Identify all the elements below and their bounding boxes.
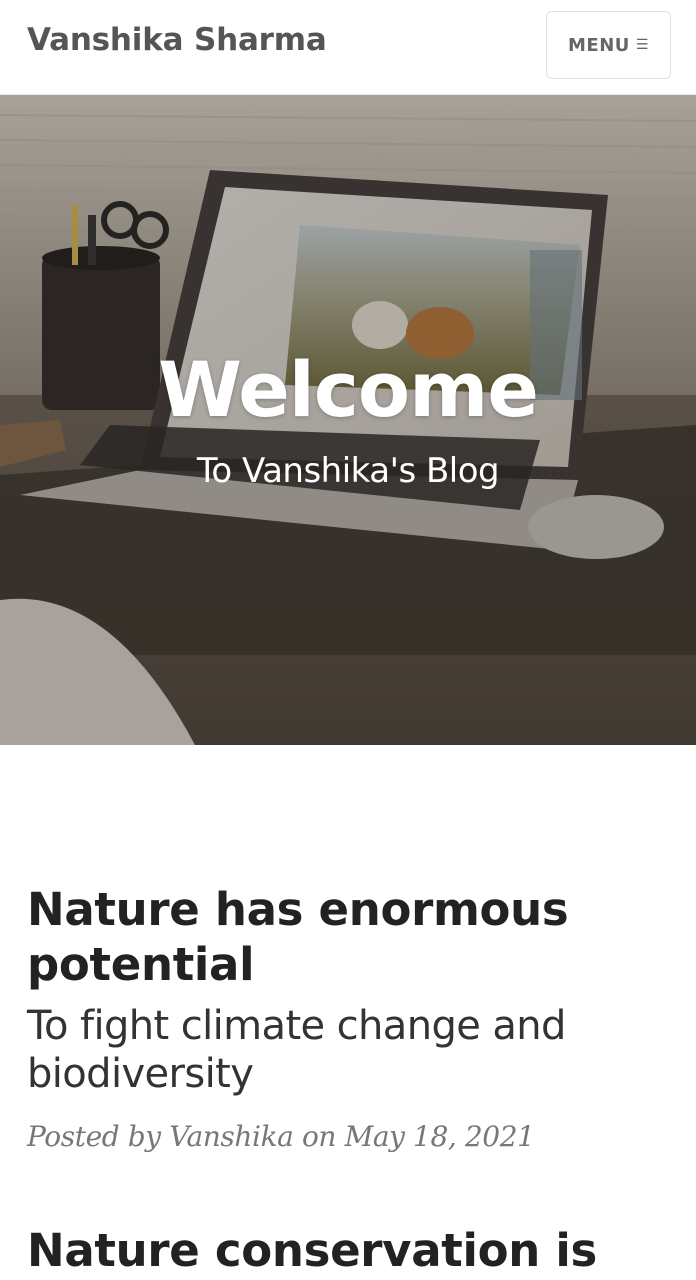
- site-brand[interactable]: Vanshika Sharma: [27, 22, 327, 58]
- post-title[interactable]: Nature conservation is: [27, 1223, 667, 1278]
- post-meta: Posted by Vanshika on May 18, 2021: [27, 1120, 667, 1153]
- bars-icon: ☰: [635, 37, 649, 53]
- menu-button[interactable]: MENU ☰: [546, 11, 671, 79]
- post-preview[interactable]: Nature conservation is: [27, 1223, 667, 1278]
- menu-button-label: MENU: [568, 34, 630, 56]
- post-author-link[interactable]: Vanshika: [169, 1120, 294, 1153]
- post-preview[interactable]: Nature has enormous potential To fight c…: [27, 882, 667, 1153]
- hero-header: Welcome To Vanshika's Blog: [0, 95, 696, 745]
- post-subtitle[interactable]: To fight climate change and biodiversity: [27, 1002, 667, 1098]
- hero-subtitle: To Vanshika's Blog: [196, 451, 500, 491]
- post-title[interactable]: Nature has enormous potential: [27, 882, 667, 992]
- post-date: May 18, 2021: [344, 1120, 535, 1153]
- navbar: Vanshika Sharma MENU ☰: [0, 0, 696, 95]
- hero-title: Welcome: [158, 345, 539, 434]
- post-meta-prefix: Posted by: [27, 1120, 161, 1153]
- post-meta-on: on: [301, 1120, 337, 1153]
